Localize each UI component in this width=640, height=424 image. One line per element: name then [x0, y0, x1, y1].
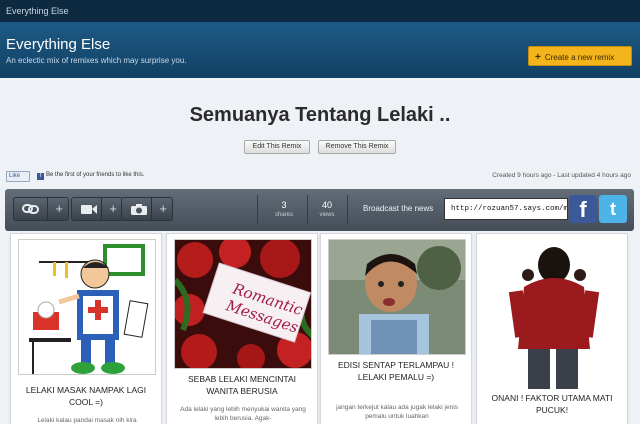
card-description: jangan terkejut kalau ada jugak lelaki j… — [336, 404, 458, 420]
remix-card[interactable]: Romantic Messages SEBAB LELAKI MENCINTAI… — [166, 233, 318, 424]
card-image — [18, 239, 156, 375]
add-link-button[interactable]: + — [13, 197, 69, 221]
plus-icon: + — [159, 201, 167, 216]
remix-card[interactable]: LELAKI MASAK NAMPAK LAGI COOL =) Lelaki … — [10, 233, 162, 424]
plus-icon: + — [109, 201, 117, 216]
card-title[interactable]: EDISI SENTAP TERLAMPAU ! LELAKI PEMALU =… — [325, 359, 467, 383]
top-bar-label: Everything Else — [6, 6, 69, 16]
video-camera-icon — [81, 205, 97, 214]
like-label: Like — [9, 173, 21, 179]
add-photo-button[interactable]: + — [121, 197, 173, 221]
card-description: Lelaki kalau pandai masak nih kira — [37, 417, 137, 424]
category-subtitle: An eclectic mix of remixes which may sur… — [6, 56, 187, 65]
create-remix-label: Create a new remix — [544, 53, 615, 62]
like-message: f Be the first of your friends to like th… — [37, 172, 144, 180]
top-bar: Everything Else — [0, 0, 640, 22]
man-head-down-photo — [484, 239, 622, 389]
facebook-like-button[interactable]: Like — [6, 171, 30, 182]
edit-remix-button[interactable]: Edit This Remix — [244, 140, 310, 154]
twitter-share-button[interactable]: t — [599, 195, 627, 223]
category-title: Everything Else — [6, 36, 111, 53]
card-description: Ada lelaki yang lebih menyukai wanita ya… — [180, 406, 306, 422]
views-count: 40 views — [319, 200, 335, 218]
remix-card[interactable]: ONANI ! FAKTOR UTAMA MATI PUCUK! — [476, 233, 628, 424]
boy-photo — [329, 240, 465, 354]
like-text: Be the first of your friends to like thi… — [46, 172, 145, 178]
card-title[interactable]: SEBAB LELAKI MENCINTAI WANITA BERUSIA — [171, 373, 313, 397]
remix-title: Semuanya Tentang Lelaki .. — [189, 104, 451, 126]
facebook-share-button[interactable]: f — [569, 195, 597, 223]
camera-icon — [131, 204, 147, 215]
remix-timestamps: Created 9 hours ago - Last updated 4 hou… — [492, 172, 631, 179]
shares-count: 3 shares — [274, 200, 293, 218]
link-icon — [22, 204, 39, 214]
cooking-man-illustration — [29, 244, 149, 374]
card-image — [328, 239, 466, 355]
card-image — [484, 239, 622, 389]
facebook-icon: f — [37, 173, 44, 180]
card-title[interactable]: LELAKI MASAK NAMPAK LAGI COOL =) — [15, 384, 157, 408]
card-title[interactable]: ONANI ! FAKTOR UTAMA MATI PUCUK! — [481, 392, 623, 416]
broadcast-label: Broadcast the news — [363, 204, 434, 213]
add-video-button[interactable]: + — [71, 197, 123, 221]
facebook-icon: f — [579, 197, 587, 222]
twitter-icon: t — [610, 199, 616, 219]
remove-remix-button[interactable]: Remove This Remix — [318, 140, 396, 154]
remix-card[interactable]: EDISI SENTAP TERLAMPAU ! LELAKI PEMALU =… — [320, 233, 472, 424]
card-image: Romantic Messages — [174, 239, 312, 369]
plus-icon: + — [535, 52, 541, 63]
create-remix-button[interactable]: + Create a new remix — [528, 46, 632, 66]
share-url-field[interactable]: http://rozuan57.says.com/m — [444, 198, 568, 220]
plus-icon: + — [55, 201, 63, 216]
